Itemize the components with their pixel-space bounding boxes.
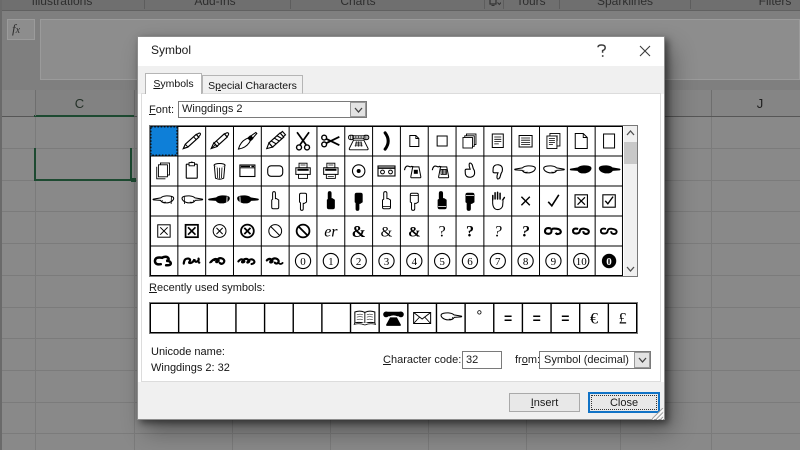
svg-text:5: 5 (439, 256, 445, 268)
svg-text:6: 6 (467, 256, 473, 268)
svg-text:?: ? (494, 224, 502, 241)
svg-text:?: ? (466, 224, 474, 241)
svg-text:=: = (533, 310, 541, 326)
svg-text:&: & (381, 225, 393, 241)
svg-text:4: 4 (412, 256, 418, 268)
svg-text:1: 1 (328, 256, 334, 268)
svg-text:=: = (504, 310, 512, 326)
svg-text:7: 7 (495, 256, 501, 268)
svg-text:£: £ (619, 310, 627, 327)
svg-text:9: 9 (551, 256, 557, 268)
svg-text:&: & (408, 225, 421, 241)
svg-text:&: & (352, 222, 366, 241)
svg-text:?: ? (522, 224, 530, 241)
svg-text:°: ° (476, 307, 482, 324)
svg-text:8: 8 (523, 256, 529, 268)
svg-text:2: 2 (356, 256, 362, 268)
svg-text:?: ? (439, 224, 446, 241)
svg-text:0: 0 (606, 256, 612, 268)
svg-text:10: 10 (576, 256, 588, 268)
svg-text:0: 0 (300, 256, 306, 268)
svg-text:€: € (590, 310, 598, 327)
svg-text:=: = (561, 310, 569, 326)
svg-text:er: er (324, 224, 338, 241)
svg-text:3: 3 (384, 256, 390, 268)
